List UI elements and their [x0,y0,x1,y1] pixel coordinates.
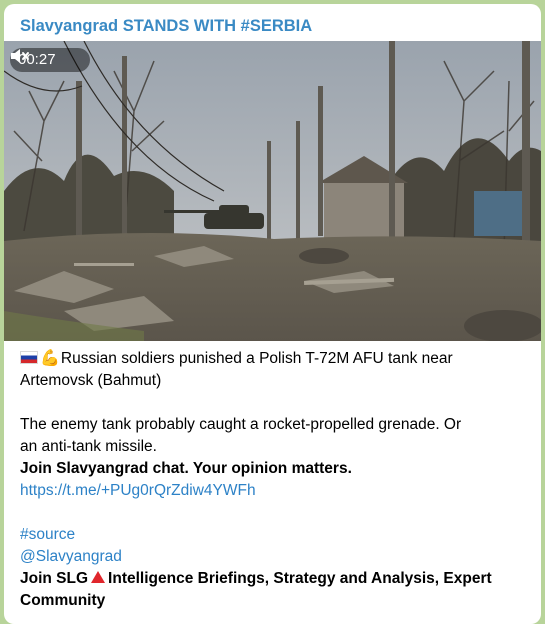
chat-call-to-action: Join Slavyangrad chat. Your opinion matt… [20,460,352,477]
channel-name[interactable]: Slavyangrad STANDS WITH #SERBIA [20,17,312,36]
video-frame [4,41,541,341]
flexed-biceps-icon: 💪 [40,350,60,367]
join-line-1: Join SLG Intelligence Briefings, Strategy… [20,568,532,590]
video-player[interactable]: 00:27 [4,41,541,341]
video-time-badge[interactable]: 00:27 [10,48,90,72]
russia-flag-icon [20,351,38,364]
channel-mention[interactable]: @Slavyangrad [20,546,532,568]
headline-line-2: Artemovsk (Bahmut) [20,372,162,389]
headline-line-1: 💪Russian soldiers punished a Polish T-72… [20,348,532,370]
message-bubble: Slavyangrad STANDS WITH #SERBIA 00:27 💪R… [4,4,541,624]
join-prefix: Join SLG [20,570,89,587]
chat-invite-link[interactable]: https://t.me/+PUg0rQrZdiw4YWFh [20,480,532,502]
headline-text-1: Russian soldiers punished a Polish T-72M… [60,350,453,367]
muted-speaker-icon[interactable] [11,49,82,68]
body-line-2: an anti-tank missile. [20,438,157,455]
join-line-2: Community [20,592,106,609]
body-line-1: The enemy tank probably caught a rocket-… [20,416,462,433]
red-triangle-icon [91,571,106,583]
message-text: 💪Russian soldiers punished a Polish T-72… [20,348,532,612]
hashtag-source[interactable]: #source [20,524,532,546]
join-suffix: Intelligence Briefings, Strategy and Ana… [108,570,492,587]
